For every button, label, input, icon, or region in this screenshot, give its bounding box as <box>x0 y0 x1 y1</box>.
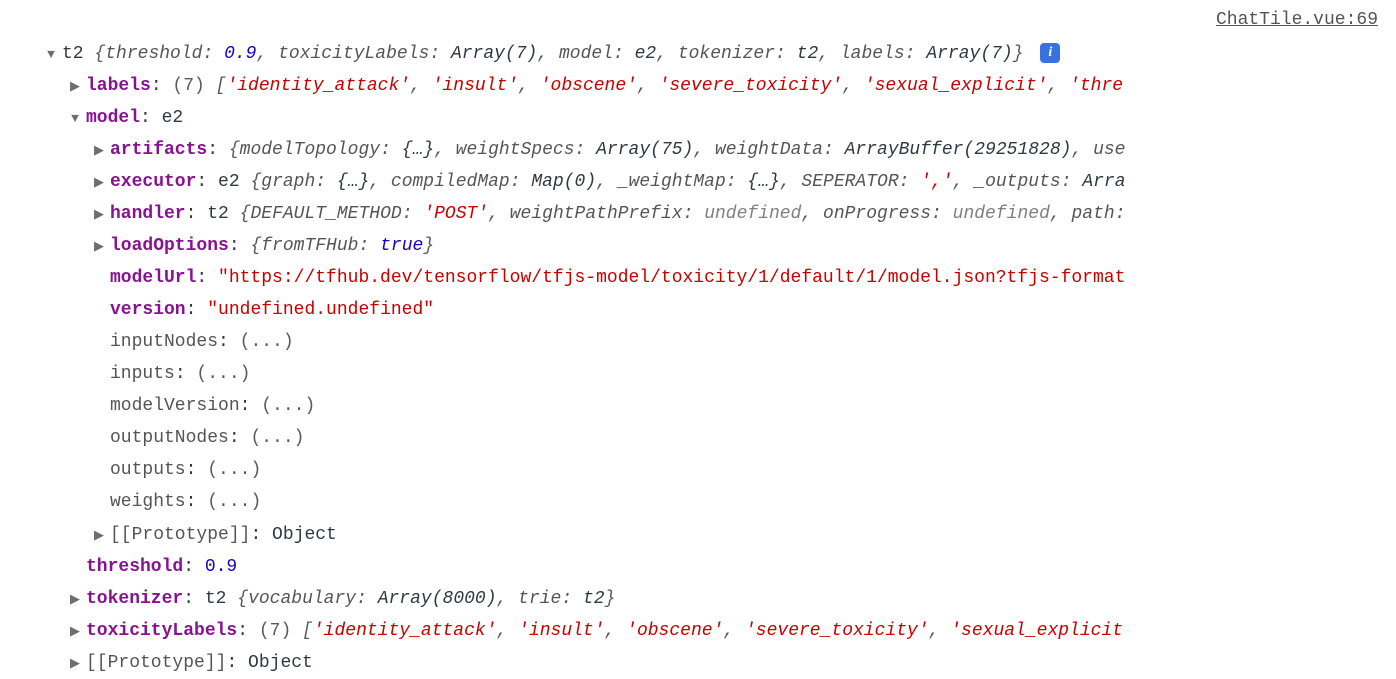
prop-handler[interactable]: handler: t2 {DEFAULT_METHOD: 'POST', wei… <box>0 198 1396 230</box>
prop-labels[interactable]: labels: (7) ['identity_attack', 'insult'… <box>0 70 1396 102</box>
prop-model[interactable]: model: e2 <box>0 102 1396 134</box>
object-root[interactable]: t2 {threshold: 0.9, toxicityLabels: Arra… <box>0 38 1396 70</box>
chevron-right-icon[interactable] <box>92 171 106 194</box>
chevron-right-icon[interactable] <box>68 652 82 675</box>
prop-artifacts[interactable]: artifacts: {modelTopology: {…}, weightSp… <box>0 134 1396 166</box>
prop-modelUrl[interactable]: modelUrl: "https://tfhub.dev/tensorflow/… <box>0 262 1396 294</box>
chevron-down-icon[interactable] <box>44 43 58 66</box>
info-icon[interactable]: i <box>1040 43 1060 63</box>
prop-version[interactable]: version: "undefined.undefined" <box>0 294 1396 326</box>
prop-threshold[interactable]: threshold: 0.9 <box>0 551 1396 583</box>
prop-tokenizer[interactable]: tokenizer: t2 {vocabulary: Array(8000), … <box>0 583 1396 615</box>
prop-loadOptions[interactable]: loadOptions: {fromTFHub: true} <box>0 230 1396 262</box>
class-name: t2 <box>62 44 84 64</box>
source-link[interactable]: ChatTile.vue:69 <box>0 4 1396 36</box>
chevron-right-icon[interactable] <box>92 235 106 258</box>
prop-weights[interactable]: weights: (...) <box>0 486 1396 518</box>
prop-outputs[interactable]: outputs: (...) <box>0 454 1396 486</box>
chevron-down-icon[interactable] <box>68 107 82 130</box>
prop-inputNodes[interactable]: inputNodes: (...) <box>0 326 1396 358</box>
chevron-right-icon[interactable] <box>68 620 82 643</box>
chevron-right-icon[interactable] <box>68 588 82 611</box>
prop-modelVersion[interactable]: modelVersion: (...) <box>0 390 1396 422</box>
prop-model-prototype[interactable]: [[Prototype]]: Object <box>0 519 1396 551</box>
prop-outputNodes[interactable]: outputNodes: (...) <box>0 422 1396 454</box>
chevron-right-icon[interactable] <box>92 524 106 547</box>
prop-toxicityLabels[interactable]: toxicityLabels: (7) ['identity_attack', … <box>0 615 1396 647</box>
prop-executor[interactable]: executor: e2 {graph: {…}, compiledMap: M… <box>0 166 1396 198</box>
chevron-right-icon[interactable] <box>92 139 106 162</box>
chevron-right-icon[interactable] <box>68 75 82 98</box>
prop-root-prototype[interactable]: [[Prototype]]: Object <box>0 647 1396 679</box>
prop-inputs[interactable]: inputs: (...) <box>0 358 1396 390</box>
chevron-right-icon[interactable] <box>92 203 106 226</box>
object-summary: {threshold: 0.9, toxicityLabels: Array(7… <box>94 44 1034 64</box>
